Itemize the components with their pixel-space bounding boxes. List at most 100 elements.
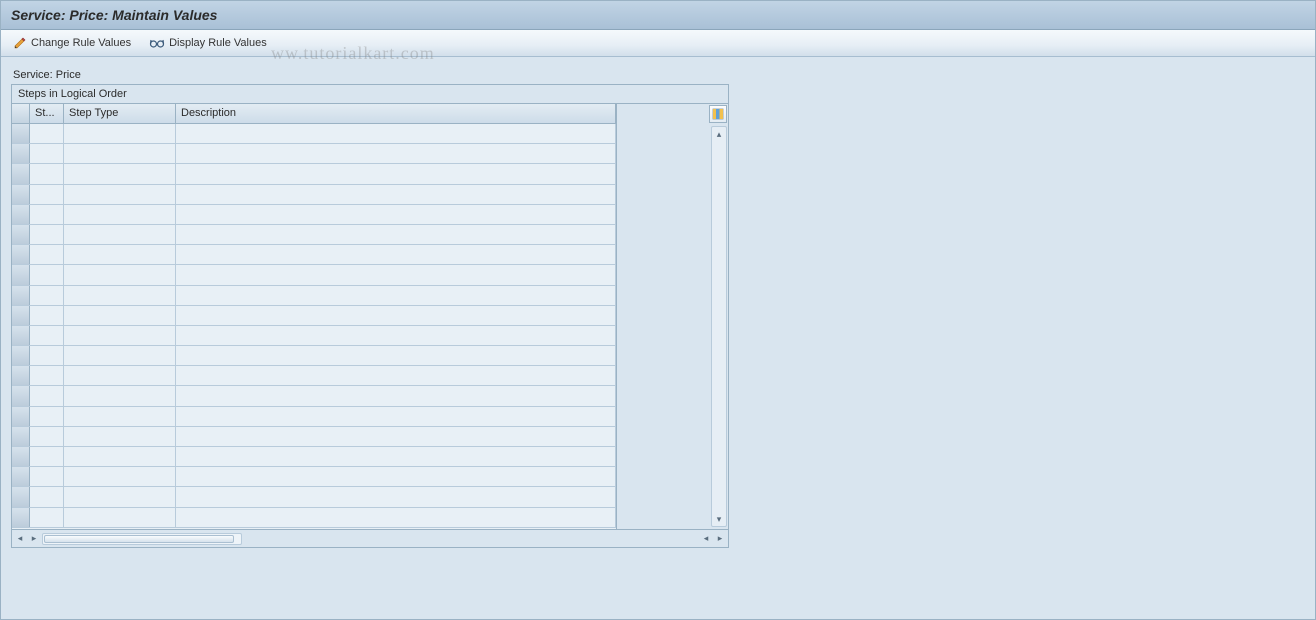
cell-st[interactable] xyxy=(30,245,64,264)
row-selector[interactable] xyxy=(12,346,30,365)
row-selector[interactable] xyxy=(12,245,30,264)
row-selector[interactable] xyxy=(12,326,30,345)
cell-step-type[interactable] xyxy=(64,185,176,204)
cell-st[interactable] xyxy=(30,306,64,325)
row-selector[interactable] xyxy=(12,386,30,405)
cell-description[interactable] xyxy=(176,407,616,426)
scroll-first-icon[interactable]: ◂ xyxy=(14,532,26,546)
row-selector[interactable] xyxy=(12,508,30,527)
cell-st[interactable] xyxy=(30,447,64,466)
cell-description[interactable] xyxy=(176,366,616,385)
table-row[interactable] xyxy=(12,245,616,265)
cell-st[interactable] xyxy=(30,407,64,426)
cell-description[interactable] xyxy=(176,124,616,143)
row-selector[interactable] xyxy=(12,366,30,385)
cell-step-type[interactable] xyxy=(64,225,176,244)
cell-step-type[interactable] xyxy=(64,447,176,466)
cell-step-type[interactable] xyxy=(64,487,176,506)
cell-description[interactable] xyxy=(176,265,616,284)
cell-st[interactable] xyxy=(30,386,64,405)
cell-st[interactable] xyxy=(30,467,64,486)
cell-step-type[interactable] xyxy=(64,346,176,365)
row-selector[interactable] xyxy=(12,144,30,163)
cell-step-type[interactable] xyxy=(64,164,176,183)
cell-description[interactable] xyxy=(176,467,616,486)
table-row[interactable] xyxy=(12,185,616,205)
table-row[interactable] xyxy=(12,508,616,528)
cell-st[interactable] xyxy=(30,366,64,385)
scroll-last-icon[interactable]: ▸ xyxy=(714,532,726,546)
table-row[interactable] xyxy=(12,447,616,467)
table-row[interactable] xyxy=(12,487,616,507)
column-header-description[interactable]: Description xyxy=(176,104,616,123)
cell-step-type[interactable] xyxy=(64,427,176,446)
cell-st[interactable] xyxy=(30,164,64,183)
cell-st[interactable] xyxy=(30,326,64,345)
row-selector[interactable] xyxy=(12,407,30,426)
table-row[interactable] xyxy=(12,164,616,184)
cell-step-type[interactable] xyxy=(64,205,176,224)
cell-st[interactable] xyxy=(30,346,64,365)
cell-description[interactable] xyxy=(176,185,616,204)
row-selector[interactable] xyxy=(12,265,30,284)
table-row[interactable] xyxy=(12,346,616,366)
row-selector[interactable] xyxy=(12,164,30,183)
table-row[interactable] xyxy=(12,124,616,144)
scroll-down-icon[interactable]: ▾ xyxy=(712,512,726,526)
row-selector[interactable] xyxy=(12,205,30,224)
table-row[interactable] xyxy=(12,386,616,406)
cell-description[interactable] xyxy=(176,447,616,466)
cell-description[interactable] xyxy=(176,286,616,305)
row-selector[interactable] xyxy=(12,487,30,506)
cell-description[interactable] xyxy=(176,346,616,365)
cell-step-type[interactable] xyxy=(64,144,176,163)
cell-description[interactable] xyxy=(176,508,616,527)
cell-description[interactable] xyxy=(176,144,616,163)
scroll-left-icon[interactable]: ▸ xyxy=(28,532,40,546)
table-row[interactable] xyxy=(12,265,616,285)
cell-step-type[interactable] xyxy=(64,124,176,143)
cell-description[interactable] xyxy=(176,427,616,446)
scroll-track[interactable] xyxy=(712,141,726,512)
table-row[interactable] xyxy=(12,225,616,245)
column-header-step-type[interactable]: Step Type xyxy=(64,104,176,123)
cell-description[interactable] xyxy=(176,487,616,506)
vertical-scrollbar[interactable]: ▴ ▾ xyxy=(711,126,727,527)
cell-step-type[interactable] xyxy=(64,508,176,527)
row-selector[interactable] xyxy=(12,447,30,466)
cell-description[interactable] xyxy=(176,205,616,224)
cell-step-type[interactable] xyxy=(64,366,176,385)
cell-step-type[interactable] xyxy=(64,265,176,284)
table-row[interactable] xyxy=(12,467,616,487)
row-selector[interactable] xyxy=(12,286,30,305)
row-selector[interactable] xyxy=(12,225,30,244)
cell-st[interactable] xyxy=(30,124,64,143)
cell-step-type[interactable] xyxy=(64,245,176,264)
row-selector[interactable] xyxy=(12,185,30,204)
cell-description[interactable] xyxy=(176,306,616,325)
cell-st[interactable] xyxy=(30,508,64,527)
cell-step-type[interactable] xyxy=(64,286,176,305)
table-row[interactable] xyxy=(12,407,616,427)
scroll-right-icon[interactable]: ◂ xyxy=(700,532,712,546)
table-row[interactable] xyxy=(12,144,616,164)
cell-step-type[interactable] xyxy=(64,326,176,345)
change-rule-values-button[interactable]: Change Rule Values xyxy=(13,36,131,50)
cell-step-type[interactable] xyxy=(64,467,176,486)
table-row[interactable] xyxy=(12,326,616,346)
table-row[interactable] xyxy=(12,427,616,447)
cell-description[interactable] xyxy=(176,225,616,244)
row-selector[interactable] xyxy=(12,124,30,143)
display-rule-values-button[interactable]: Display Rule Values xyxy=(149,37,267,49)
table-row[interactable] xyxy=(12,205,616,225)
cell-st[interactable] xyxy=(30,225,64,244)
cell-st[interactable] xyxy=(30,265,64,284)
cell-st[interactable] xyxy=(30,205,64,224)
cell-description[interactable] xyxy=(176,245,616,264)
cell-step-type[interactable] xyxy=(64,386,176,405)
cell-st[interactable] xyxy=(30,185,64,204)
cell-description[interactable] xyxy=(176,164,616,183)
cell-st[interactable] xyxy=(30,144,64,163)
hscroll-thumb[interactable] xyxy=(44,535,234,543)
cell-step-type[interactable] xyxy=(64,407,176,426)
